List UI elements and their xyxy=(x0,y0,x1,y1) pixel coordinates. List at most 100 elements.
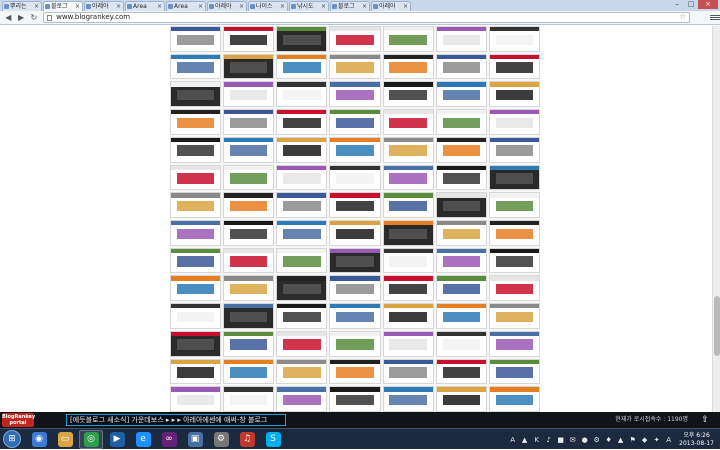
blog-thumbnail[interactable] xyxy=(329,136,381,163)
address-bar[interactable]: www.blogrankey.com ☆ xyxy=(43,12,691,23)
blog-thumbnail[interactable] xyxy=(329,386,381,412)
blog-thumbnail[interactable] xyxy=(223,358,275,385)
blog-thumbnail[interactable] xyxy=(223,109,275,135)
blog-thumbnail[interactable] xyxy=(382,275,434,302)
blog-thumbnail[interactable] xyxy=(488,26,540,52)
browser-tab[interactable]: 아레아 × xyxy=(371,1,411,11)
blog-thumbnail[interactable] xyxy=(382,219,434,246)
folder-icon[interactable]: ▭ xyxy=(53,430,77,449)
tab-close-icon[interactable]: × xyxy=(280,2,285,11)
tab-close-icon[interactable]: × xyxy=(116,2,121,11)
blog-thumbnail[interactable] xyxy=(382,386,434,412)
blog-thumbnail[interactable] xyxy=(488,192,540,218)
blog-thumbnail[interactable] xyxy=(382,136,434,163)
blog-thumbnail[interactable] xyxy=(170,219,222,246)
blog-thumbnail[interactable] xyxy=(435,26,487,52)
blog-thumbnail[interactable] xyxy=(223,26,275,52)
tray-icon[interactable]: ⚑ xyxy=(628,436,637,444)
browser-tab[interactable]: 뿌리는 × xyxy=(2,1,42,11)
blog-thumbnail[interactable] xyxy=(435,330,487,357)
blog-thumbnail[interactable] xyxy=(223,136,275,163)
blog-thumbnail[interactable] xyxy=(170,358,222,385)
blog-thumbnail[interactable] xyxy=(170,26,222,52)
blog-thumbnail[interactable] xyxy=(223,275,275,302)
blog-thumbnail[interactable] xyxy=(435,275,487,302)
blog-thumbnail[interactable] xyxy=(435,303,487,329)
blog-thumbnail[interactable] xyxy=(488,81,540,108)
browser-tab[interactable]: Area × xyxy=(166,1,206,11)
scrollbar-thumb[interactable] xyxy=(714,296,720,356)
tray-icon[interactable]: ▲ xyxy=(520,436,529,444)
blog-thumbnail[interactable] xyxy=(223,164,275,191)
visual-studio-icon[interactable]: ∞ xyxy=(157,430,181,449)
blog-thumbnail[interactable] xyxy=(170,81,222,108)
skype-icon[interactable]: S xyxy=(261,430,285,449)
blog-thumbnail[interactable] xyxy=(276,358,328,385)
blog-thumbnail[interactable] xyxy=(435,386,487,412)
blog-thumbnail[interactable] xyxy=(276,386,328,412)
scrollbar[interactable] xyxy=(712,26,720,412)
blog-thumbnail[interactable] xyxy=(329,330,381,357)
tab-close-icon[interactable]: × xyxy=(157,2,162,11)
blog-thumbnail[interactable] xyxy=(382,109,434,135)
tab-close-icon[interactable]: × xyxy=(198,2,203,11)
blog-thumbnail[interactable] xyxy=(276,26,328,52)
blog-thumbnail[interactable] xyxy=(488,303,540,329)
bookmark-star-icon[interactable]: ☆ xyxy=(679,12,686,21)
blog-thumbnail[interactable] xyxy=(382,303,434,329)
blog-thumbnail[interactable] xyxy=(488,358,540,385)
blog-thumbnail[interactable] xyxy=(435,109,487,135)
blog-thumbnail[interactable] xyxy=(276,164,328,191)
tray-icon[interactable]: ⚙ xyxy=(592,436,601,444)
blogrankey-logo[interactable]: BlogRankey portal xyxy=(2,413,35,427)
browser-tab[interactable]: 블로그 × xyxy=(43,1,83,11)
blog-thumbnail[interactable] xyxy=(435,53,487,80)
tray-icon[interactable]: ◆ xyxy=(640,436,649,444)
browser-tab[interactable]: 아레아 × xyxy=(84,1,124,11)
blog-thumbnail[interactable] xyxy=(329,53,381,80)
blog-thumbnail[interactable] xyxy=(488,219,540,246)
tray-icon[interactable]: ■ xyxy=(556,436,565,444)
blog-thumbnail[interactable] xyxy=(329,303,381,329)
tray-icon[interactable]: ▲ xyxy=(616,436,625,444)
blog-thumbnail[interactable] xyxy=(276,247,328,274)
blog-thumbnail[interactable] xyxy=(382,358,434,385)
close-window-button[interactable]: × xyxy=(698,0,718,9)
photo-icon[interactable]: ▣ xyxy=(183,430,207,449)
tab-close-icon[interactable]: × xyxy=(239,2,244,11)
tab-close-icon[interactable]: × xyxy=(321,2,326,11)
blog-thumbnail[interactable] xyxy=(223,330,275,357)
tray-icon[interactable]: A xyxy=(508,436,517,444)
blog-thumbnail[interactable] xyxy=(329,358,381,385)
blog-thumbnail[interactable] xyxy=(170,192,222,218)
browser-tab[interactable]: 나이스 × xyxy=(248,1,288,11)
blog-thumbnail[interactable] xyxy=(170,275,222,302)
blog-thumbnail[interactable] xyxy=(435,219,487,246)
blog-thumbnail[interactable] xyxy=(488,247,540,274)
blog-thumbnail[interactable] xyxy=(329,164,381,191)
ticker-headline[interactable]: [에듯블로그 새소식] 가운데보스 ▸ ▸ ▸ 아레아에센에 애써-창 블로그 xyxy=(66,414,286,426)
tab-close-icon[interactable]: × xyxy=(75,2,80,11)
settings-icon[interactable]: ⚙ xyxy=(209,430,233,449)
reload-button[interactable]: ↻ xyxy=(28,12,39,23)
blog-thumbnail[interactable] xyxy=(223,192,275,218)
blog-thumbnail[interactable] xyxy=(488,109,540,135)
sound-icon[interactable]: ♫ xyxy=(235,430,259,449)
blog-thumbnail[interactable] xyxy=(276,330,328,357)
blog-thumbnail[interactable] xyxy=(170,53,222,80)
blog-thumbnail[interactable] xyxy=(276,81,328,108)
blog-thumbnail[interactable] xyxy=(170,330,222,357)
maximize-button[interactable]: □ xyxy=(684,0,698,9)
blog-thumbnail[interactable] xyxy=(329,26,381,52)
blog-thumbnail[interactable] xyxy=(488,53,540,80)
blog-thumbnail[interactable] xyxy=(170,247,222,274)
blog-thumbnail[interactable] xyxy=(488,136,540,163)
back-button[interactable]: ◀ xyxy=(3,12,14,23)
media-icon[interactable]: ▶ xyxy=(105,430,129,449)
blog-thumbnail[interactable] xyxy=(170,136,222,163)
tray-icon[interactable]: ♦ xyxy=(604,436,613,444)
start-button[interactable]: ⊞ xyxy=(3,430,21,448)
tray-icon[interactable]: ● xyxy=(580,436,589,444)
blog-thumbnail[interactable] xyxy=(382,192,434,218)
browser-tab[interactable]: 아레아 × xyxy=(207,1,247,11)
